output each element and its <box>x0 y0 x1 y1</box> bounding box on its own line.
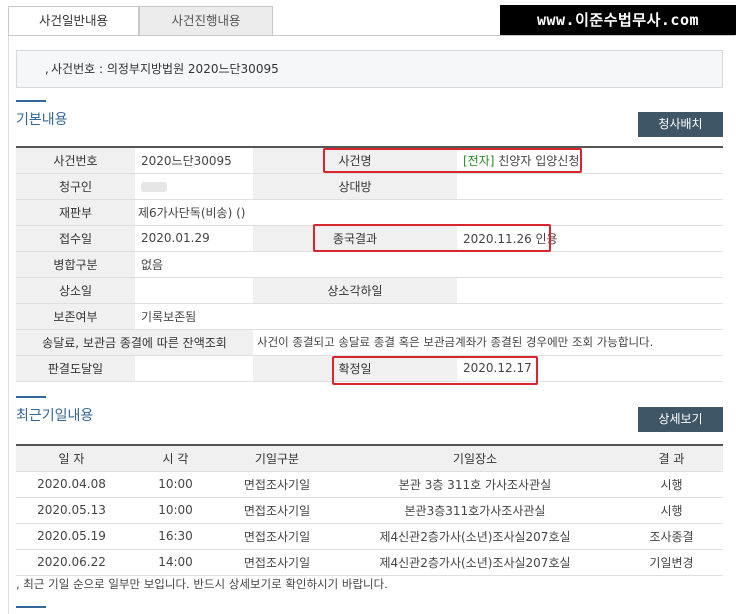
judgment-served-value <box>135 355 253 382</box>
type-cell: 면접조사기일 <box>224 497 330 524</box>
confirmed-label: 확정일 <box>253 355 457 382</box>
appeal-date-label: 상소일 <box>16 277 135 304</box>
place-cell: 제4신관2층가사(소년)조사실207호실 <box>330 549 620 576</box>
result-cell: 기일변경 <box>620 549 723 576</box>
division-label: 재판부 <box>16 199 135 226</box>
table-row: 청구인 상대방 <box>16 173 723 200</box>
table-row: 재판부 제6가사단독(비송) () <box>16 199 723 226</box>
column-header-place: 기일장소 <box>330 445 620 472</box>
case-name-label: 사건명 <box>253 147 457 174</box>
opponent-label: 상대방 <box>253 173 457 200</box>
time-cell: 10:00 <box>127 497 224 524</box>
received-value: 2020.01.29 <box>135 225 253 252</box>
table-row: 보존여부 기록보존됨 <box>16 303 723 330</box>
table-row: 판결도달일 확정일 2020.12.17 <box>16 355 723 382</box>
case-name-value: 친양자 입양신청 <box>494 153 580 168</box>
received-label: 접수일 <box>16 225 135 252</box>
result-cell: 시행 <box>620 471 723 498</box>
table-row: 접수일 2020.01.29 종국결과 2020.11.26 인용 <box>16 225 723 252</box>
preserve-value: 기록보존됨 <box>135 303 723 330</box>
tab-case-general[interactable]: 사건일반내용 <box>8 6 139 36</box>
confirmed-value: 2020.12.17 <box>457 355 723 382</box>
table-row: 송달료, 보관금 종결에 따른 잔액조회 사건이 종결되고 송달료 종결 혹은 … <box>16 329 723 356</box>
balance-label: 송달료, 보관금 종결에 따른 잔액조회 <box>16 329 253 356</box>
table-row: 2020.04.08 10:00 면접조사기일 본관 3층 311호 가사조사관… <box>16 471 723 498</box>
type-cell: 면접조사기일 <box>224 523 330 550</box>
redacted-name <box>141 181 167 192</box>
type-cell: 면접조사기일 <box>224 471 330 498</box>
basic-section-title: 기본내용 <box>16 100 68 129</box>
basic-info-table: 사건번호 2020느단30095 사건명 [전자] 친양자 입양신청 청구인 상… <box>16 146 723 382</box>
merged-label: 병합구분 <box>16 251 135 278</box>
claimant-label: 청구인 <box>16 173 135 200</box>
appeal-date-value <box>135 277 253 304</box>
result-cell: 시행 <box>620 497 723 524</box>
place-cell: 본관3층311호가사조사관실 <box>330 497 620 524</box>
appeal-dismiss-label: 상소각하일 <box>253 277 457 304</box>
place-cell: 본관 3층 311호 가사조사관실 <box>330 471 620 498</box>
column-header-time: 시 각 <box>127 445 224 472</box>
case-summary-text: 사건번호 : 의정부지방법원 2020느단30095 <box>51 62 279 76</box>
judgment-served-label: 판결도달일 <box>16 355 135 382</box>
table-row: 2020.06.22 14:00 면접조사기일 제4신관2층가사(소년)조사실2… <box>16 549 723 576</box>
table-header-row: 일 자 시 각 기일구분 기일장소 결 과 <box>16 445 723 472</box>
history-notice: , 최근 기일 순으로 일부만 보입니다. 반드시 상세보기로 확인하시기 바랍… <box>16 577 388 591</box>
date-cell: 2020.04.08 <box>16 471 127 498</box>
bullet: , <box>45 62 49 76</box>
history-table: 일 자 시 각 기일구분 기일장소 결 과 2020.04.08 10:00 면… <box>16 444 723 576</box>
date-cell: 2020.05.13 <box>16 497 127 524</box>
claimant-value <box>135 173 253 200</box>
case-summary-box: , 사건번호 : 의정부지방법원 2020느단30095 <box>16 50 723 88</box>
case-no-label: 사건번호 <box>16 147 135 174</box>
table-row: 2020.05.19 16:30 면접조사기일 제4신관2층가사(소년)조사실2… <box>16 523 723 550</box>
date-cell: 2020.06.22 <box>16 549 127 576</box>
appeal-dismiss-value <box>457 277 723 304</box>
result-cell: 조사종결 <box>620 523 723 550</box>
final-result-value: 2020.11.26 인용 <box>457 225 723 252</box>
table-row: 2020.05.13 10:00 면접조사기일 본관3층311호가사조사관실 시… <box>16 497 723 524</box>
time-cell: 14:00 <box>127 549 224 576</box>
division-value: 제6가사단독(비송) () <box>135 199 723 226</box>
merged-value: 없음 <box>135 251 723 278</box>
tab-bar: 사건일반내용 사건진행내용 www.이준수법무사.com <box>0 0 738 36</box>
table-row: 사건번호 2020느단30095 사건명 [전자] 친양자 입양신청 <box>16 147 723 174</box>
time-cell: 16:30 <box>127 523 224 550</box>
case-no-value: 2020느단30095 <box>135 147 253 174</box>
history-section-title: 최근기일내용 <box>16 396 93 425</box>
table-row: 상소일 상소각하일 <box>16 277 723 304</box>
courthouse-map-button[interactable]: 청사배치 <box>638 112 723 137</box>
final-result-label: 종국결과 <box>253 225 457 252</box>
type-cell: 면접조사기일 <box>224 549 330 576</box>
left-border <box>8 36 9 614</box>
preserve-label: 보존여부 <box>16 303 135 330</box>
balance-value: 사건이 종결되고 송달료 종결 혹은 보관금계좌가 종결된 경우에만 조회 가능… <box>253 329 723 356</box>
column-header-result: 결 과 <box>620 445 723 472</box>
electronic-tag: [전자] <box>463 153 495 168</box>
case-name-cell: [전자] 친양자 입양신청 <box>457 147 723 174</box>
tab-case-progress[interactable]: 사건진행내용 <box>139 6 273 36</box>
detail-view-button[interactable]: 상세보기 <box>638 407 723 432</box>
tab-divider <box>8 35 735 36</box>
column-header-type: 기일구분 <box>224 445 330 472</box>
section-rule <box>16 606 46 608</box>
place-cell: 제4신관2층가사(소년)조사실207호실 <box>330 523 620 550</box>
date-cell: 2020.05.19 <box>16 523 127 550</box>
watermark-banner: www.이준수법무사.com <box>500 5 736 35</box>
column-header-date: 일 자 <box>16 445 127 472</box>
time-cell: 10:00 <box>127 471 224 498</box>
opponent-value <box>457 173 723 200</box>
table-row: 병합구분 없음 <box>16 251 723 278</box>
